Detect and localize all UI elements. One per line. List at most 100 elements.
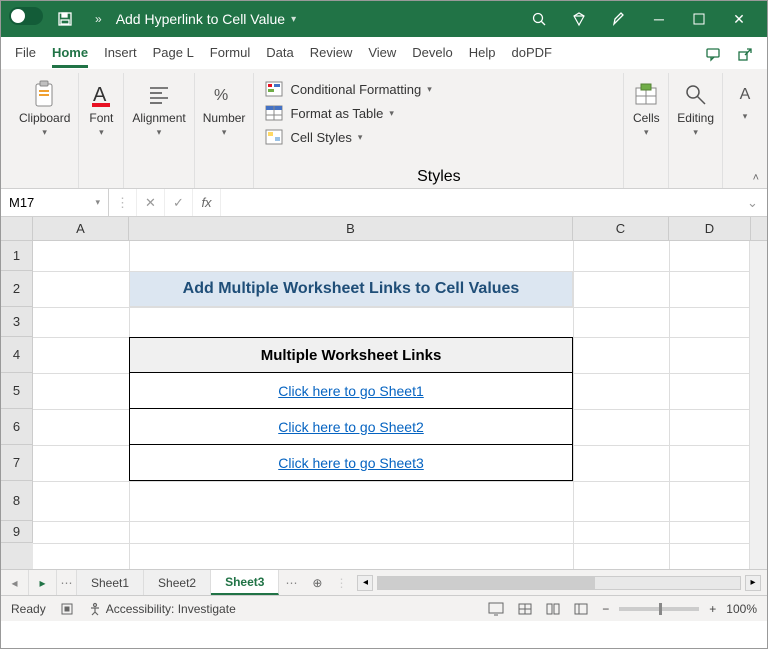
row-header[interactable]: 4 [1, 337, 33, 373]
conditional-formatting-button[interactable]: Conditional Formatting ▾ [264, 77, 613, 101]
tab-dopdf[interactable]: doPDF [504, 39, 560, 68]
row-header[interactable]: 8 [1, 481, 33, 521]
col-header-a[interactable]: A [33, 217, 129, 240]
number-button[interactable]: % Number ▾ [203, 81, 246, 138]
tab-home[interactable]: Home [44, 39, 96, 68]
sheet-nav-prev[interactable]: ◂ [1, 570, 29, 595]
cells-area[interactable]: Add Multiple Worksheet Links to Cell Val… [33, 241, 749, 569]
tab-help[interactable]: Help [461, 39, 504, 68]
maximize-button[interactable] [679, 1, 719, 37]
tab-developer[interactable]: Develo [404, 39, 460, 68]
chevron-down-icon: ▾ [95, 197, 100, 208]
title-dropdown-icon[interactable]: ▾ [291, 14, 296, 25]
sheet-tab[interactable]: Sheet2 [144, 570, 211, 595]
add-sheet-button[interactable]: ⊕ [303, 576, 331, 590]
alignment-label: Alignment [132, 111, 185, 125]
hscroll-right-icon[interactable]: ▸ [745, 575, 761, 591]
view-page-break-icon[interactable] [574, 603, 588, 615]
col-header-d[interactable]: D [669, 217, 751, 240]
sheet-tab-bar: ◂ ▸ ⋯ Sheet1 Sheet2 Sheet3 ⋯ ⊕ ⋮ ◂ ▸ [1, 569, 767, 595]
editing-button[interactable]: Editing ▾ [677, 81, 714, 138]
clipboard-label: Clipboard [19, 111, 70, 125]
cancel-icon[interactable]: ✕ [137, 189, 165, 216]
svg-text:%: % [214, 87, 228, 104]
view-page-layout-icon[interactable] [546, 603, 560, 615]
ribbon-group-cells: Cells ▾ [624, 73, 669, 188]
clipboard-button[interactable]: Clipboard ▾ [19, 81, 70, 138]
formula-expand-icon[interactable]: ⌄ [747, 195, 767, 211]
format-as-table-button[interactable]: Format as Table ▾ [264, 101, 613, 125]
close-button[interactable]: ✕ [719, 1, 759, 37]
cells-button[interactable]: Cells ▾ [632, 81, 660, 138]
zoom-out-icon[interactable]: − [602, 602, 609, 616]
row-header[interactable]: 9 [1, 521, 33, 543]
hyperlink-cell[interactable]: Click here to go Sheet1 [129, 373, 573, 409]
row-header[interactable]: 6 [1, 409, 33, 445]
ribbon-collapse-icon[interactable]: ˄ [753, 172, 759, 184]
comments-icon[interactable] [697, 40, 729, 68]
vertical-scrollbar[interactable] [749, 241, 767, 569]
document-title: Add Hyperlink to Cell Value [116, 11, 285, 27]
tab-review[interactable]: Review [302, 39, 361, 68]
macro-icon[interactable] [60, 602, 74, 616]
ribbon-group-editing: Editing ▾ [669, 73, 723, 188]
tab-formulas[interactable]: Formul [202, 39, 258, 68]
row-header[interactable]: 1 [1, 241, 33, 271]
editing-label: Editing [677, 111, 714, 125]
formula-dropdown[interactable]: ⋮ [109, 189, 137, 216]
sheet-tab-active[interactable]: Sheet3 [211, 570, 279, 595]
alignment-button[interactable]: Alignment ▾ [132, 81, 185, 138]
tab-file[interactable]: File [7, 39, 44, 68]
share-icon[interactable] [729, 40, 761, 68]
sheet-overflow-icon[interactable]: ⋯ [279, 576, 303, 590]
tab-insert[interactable]: Insert [96, 39, 145, 68]
tab-data[interactable]: Data [258, 39, 301, 68]
hscroll-left-icon[interactable]: ◂ [357, 575, 373, 591]
zoom-control[interactable]: − + 100% [602, 602, 757, 616]
accessibility-icon[interactable]: Accessibility: Investigate [88, 602, 236, 616]
cell-styles-button[interactable]: Cell Styles ▾ [264, 125, 613, 149]
ribbon-group-alignment: Alignment ▾ [124, 73, 194, 188]
col-header-c[interactable]: C [573, 217, 669, 240]
zoom-level[interactable]: 100% [726, 602, 757, 616]
chevron-down-icon: ▾ [693, 127, 698, 138]
fx-icon[interactable]: fx [193, 189, 221, 216]
ribbon-group-clipboard: Clipboard ▾ [11, 73, 79, 188]
save-icon[interactable] [45, 1, 85, 37]
hyperlink-cell[interactable]: Click here to go Sheet2 [129, 409, 573, 445]
zoom-in-icon[interactable]: + [709, 602, 716, 616]
horizontal-scrollbar[interactable]: ◂ ▸ [351, 575, 767, 591]
autosave-toggle[interactable] [9, 7, 45, 31]
chevron-right-icon[interactable]: » [95, 12, 102, 26]
title-cell[interactable]: Add Multiple Worksheet Links to Cell Val… [129, 271, 573, 307]
spreadsheet-grid: A B C D 1 2 3 4 5 6 7 8 9 [1, 217, 767, 569]
row-header[interactable]: 5 [1, 373, 33, 409]
overflow-button[interactable]: A ▾ [731, 81, 759, 122]
view-normal-icon[interactable] [518, 603, 532, 615]
search-icon[interactable] [519, 1, 559, 37]
select-all-corner[interactable] [1, 217, 33, 240]
display-settings-icon[interactable] [488, 602, 504, 616]
name-box-value: M17 [9, 195, 34, 210]
diamond-icon[interactable] [559, 1, 599, 37]
minimize-button[interactable]: ─ [639, 1, 679, 37]
col-header-b[interactable]: B [129, 217, 573, 240]
sheet-nav-more[interactable]: ⋯ [57, 570, 77, 595]
row-header[interactable]: 7 [1, 445, 33, 481]
formula-bar: M17 ▾ ⋮ ✕ ✓ fx ⌄ [1, 189, 767, 217]
row-header[interactable]: 2 [1, 271, 33, 307]
name-box[interactable]: M17 ▾ [1, 189, 109, 216]
fmt-table-label: Format as Table [290, 106, 383, 121]
hyperlink-cell[interactable]: Click here to go Sheet3 [129, 445, 573, 481]
font-button[interactable]: A Font ▾ [87, 81, 115, 138]
row-header[interactable]: 3 [1, 307, 33, 337]
sheet-tab[interactable]: Sheet1 [77, 570, 144, 595]
tab-view[interactable]: View [360, 39, 404, 68]
sheet-nav-next[interactable]: ▸ [29, 570, 57, 595]
brush-icon[interactable] [599, 1, 639, 37]
zoom-slider[interactable] [619, 607, 699, 611]
row-headers: 1 2 3 4 5 6 7 8 9 [1, 241, 33, 569]
tab-page-layout[interactable]: Page L [145, 39, 202, 68]
table-header-cell[interactable]: Multiple Worksheet Links [129, 337, 573, 373]
confirm-icon[interactable]: ✓ [165, 189, 193, 216]
